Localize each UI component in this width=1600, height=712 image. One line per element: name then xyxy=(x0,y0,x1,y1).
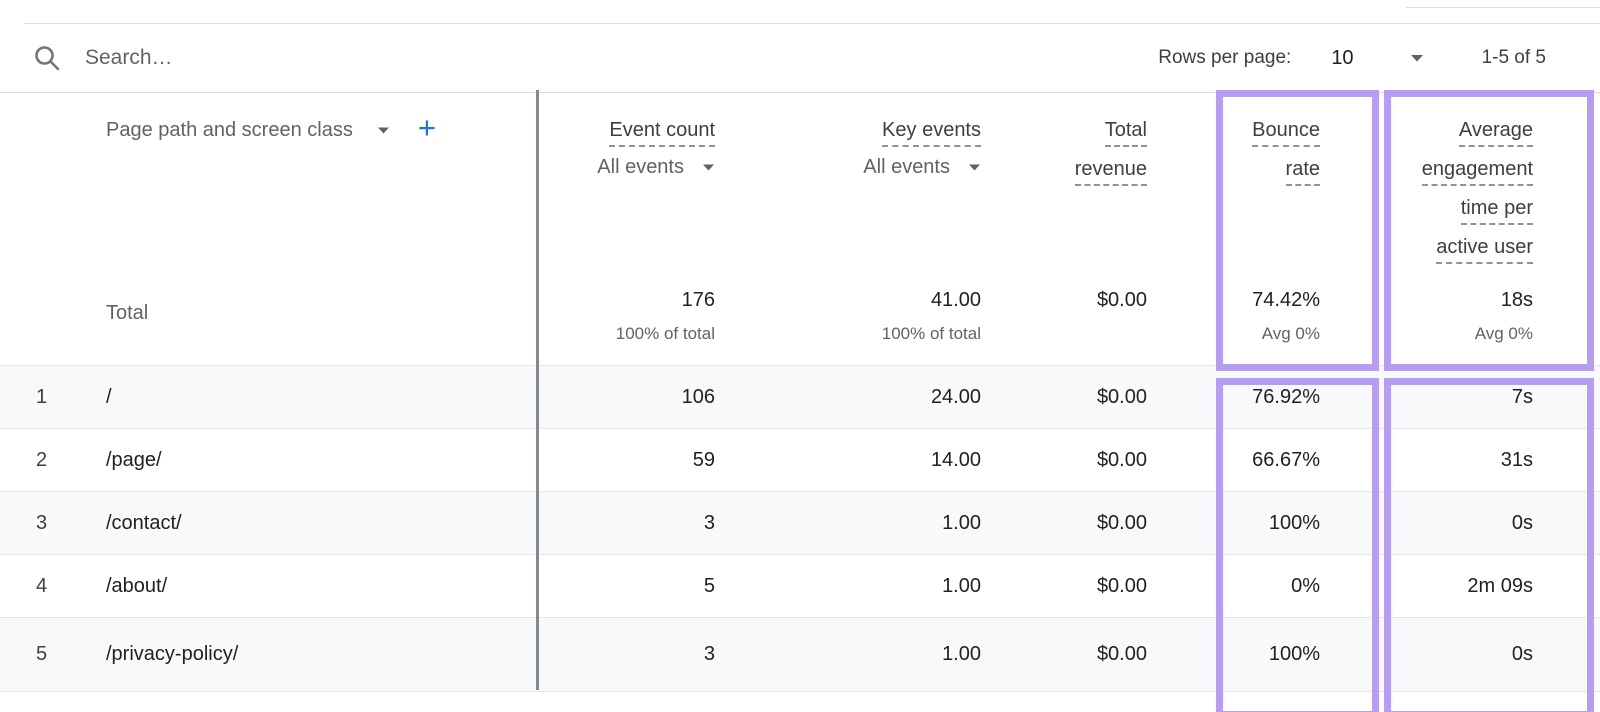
event-count-value: 5 xyxy=(537,575,740,598)
event-count-value: 3 xyxy=(537,512,740,535)
engagement-time-value: 2m 09s xyxy=(1343,575,1556,598)
rows-per-page-dropdown[interactable] xyxy=(1410,54,1424,62)
rows-per-page-label: Rows per page: xyxy=(1158,47,1291,69)
key-events-value: 1.00 xyxy=(740,512,1005,535)
column-header-label[interactable]: revenue xyxy=(1075,156,1147,186)
row-index: 5 xyxy=(0,643,70,666)
analytics-table-panel: Rows per page: 10 1-5 of 5 Page path and… xyxy=(0,0,1600,712)
total-revenue-value: $0.00 xyxy=(1005,386,1170,409)
column-divider xyxy=(536,90,539,690)
column-header-label[interactable]: Event count xyxy=(609,117,715,147)
page-path-value: / xyxy=(70,386,525,409)
dimension-dropdown[interactable] xyxy=(377,127,390,134)
dimension-header-label[interactable]: Page path and screen class xyxy=(106,117,353,143)
total-row: Total 176 100% of total 41.00 100% of to… xyxy=(0,270,1600,365)
column-header-label[interactable]: Total xyxy=(1105,117,1147,147)
engagement-time-value: 0s xyxy=(1343,643,1556,666)
table-header-row: Page path and screen class + Event count… xyxy=(0,93,1600,270)
chevron-down-icon xyxy=(1410,54,1424,62)
column-header-label[interactable]: engagement xyxy=(1422,156,1533,186)
page-path-value: /about/ xyxy=(70,575,525,598)
event-count-filter-dropdown[interactable]: All events xyxy=(537,156,715,179)
key-events-value: 1.00 xyxy=(740,575,1005,598)
chevron-down-icon xyxy=(702,164,715,171)
table-row[interactable]: 3 /contact/ 3 1.00 $0.00 100% 0s xyxy=(0,491,1600,554)
key-events-filter-dropdown[interactable]: All events xyxy=(740,156,981,179)
column-header-label[interactable]: rate xyxy=(1286,156,1320,186)
row-index: 3 xyxy=(0,512,70,535)
bounce-rate-value: 100% xyxy=(1170,643,1343,666)
search-icon xyxy=(33,44,61,72)
total-key-events: 41.00 100% of total xyxy=(740,270,1005,365)
total-bounce-rate: 74.42% Avg 0% xyxy=(1170,270,1343,365)
bounce-rate-value: 66.67% xyxy=(1170,449,1343,472)
pagination-controls: Rows per page: 10 1-5 of 5 xyxy=(1158,47,1600,70)
pagination-status: 1-5 of 5 xyxy=(1482,47,1546,69)
search-box[interactable] xyxy=(33,44,507,72)
total-label: Total xyxy=(70,270,525,365)
total-revenue-value: $0.00 xyxy=(1005,575,1170,598)
engagement-time-value: 31s xyxy=(1343,449,1556,472)
page-path-value: /page/ xyxy=(70,449,525,472)
row-index: 4 xyxy=(0,575,70,598)
column-header-label[interactable]: Key events xyxy=(882,117,981,147)
page-path-value: /contact/ xyxy=(70,512,525,535)
table-row[interactable]: 2 /page/ 59 14.00 $0.00 66.67% 31s xyxy=(0,428,1600,491)
table-row[interactable]: 4 /about/ 5 1.00 $0.00 0% 2m 09s xyxy=(0,554,1600,617)
rows-per-page-value[interactable]: 10 xyxy=(1331,47,1353,70)
key-events-value: 14.00 xyxy=(740,449,1005,472)
event-count-value: 59 xyxy=(537,449,740,472)
page-path-value: /privacy-policy/ xyxy=(70,643,525,666)
chevron-down-icon xyxy=(377,127,390,134)
column-header-key-events[interactable]: Key events All events xyxy=(740,93,1005,273)
column-header-label[interactable]: time per xyxy=(1461,195,1533,225)
event-count-value: 3 xyxy=(537,643,740,666)
key-events-value: 1.00 xyxy=(740,643,1005,666)
table-toolbar: Rows per page: 10 1-5 of 5 xyxy=(0,24,1600,92)
column-header-avg-engagement-time[interactable]: Average engagement time per active user xyxy=(1343,93,1556,273)
engagement-time-value: 0s xyxy=(1343,512,1556,535)
column-header-label[interactable]: active user xyxy=(1436,234,1533,264)
search-input[interactable] xyxy=(83,45,507,71)
event-count-value: 106 xyxy=(537,386,740,409)
total-revenue: $0.00 xyxy=(1005,270,1170,365)
top-right-divider xyxy=(1406,7,1600,8)
table-row[interactable]: 1 / 106 24.00 $0.00 76.92% 7s xyxy=(0,365,1600,428)
table-row[interactable]: 5 /privacy-policy/ 3 1.00 $0.00 100% 0s xyxy=(0,617,1600,692)
column-header-total-revenue[interactable]: Total revenue xyxy=(1005,93,1170,273)
total-revenue-value: $0.00 xyxy=(1005,512,1170,535)
bounce-rate-value: 76.92% xyxy=(1170,386,1343,409)
column-header-label[interactable]: Bounce xyxy=(1252,117,1320,147)
row-index: 2 xyxy=(0,449,70,472)
row-index: 1 xyxy=(0,386,70,409)
column-header-bounce-rate[interactable]: Bounce rate xyxy=(1170,93,1343,273)
total-event-count: 176 100% of total xyxy=(537,270,740,365)
total-engagement-time: 18s Avg 0% xyxy=(1343,270,1556,365)
bounce-rate-value: 100% xyxy=(1170,512,1343,535)
total-revenue-value: $0.00 xyxy=(1005,449,1170,472)
bounce-rate-value: 0% xyxy=(1170,575,1343,598)
chevron-down-icon xyxy=(968,164,981,171)
column-header-event-count[interactable]: Event count All events xyxy=(537,93,740,273)
dimension-header-cell: Page path and screen class + xyxy=(70,93,525,273)
table-body: 1 / 106 24.00 $0.00 76.92% 7s 2 /page/ 5… xyxy=(0,365,1600,692)
column-header-label[interactable]: Average xyxy=(1459,117,1533,147)
plus-icon[interactable]: + xyxy=(418,116,436,140)
total-revenue-value: $0.00 xyxy=(1005,643,1170,666)
engagement-time-value: 7s xyxy=(1343,386,1556,409)
key-events-value: 24.00 xyxy=(740,386,1005,409)
